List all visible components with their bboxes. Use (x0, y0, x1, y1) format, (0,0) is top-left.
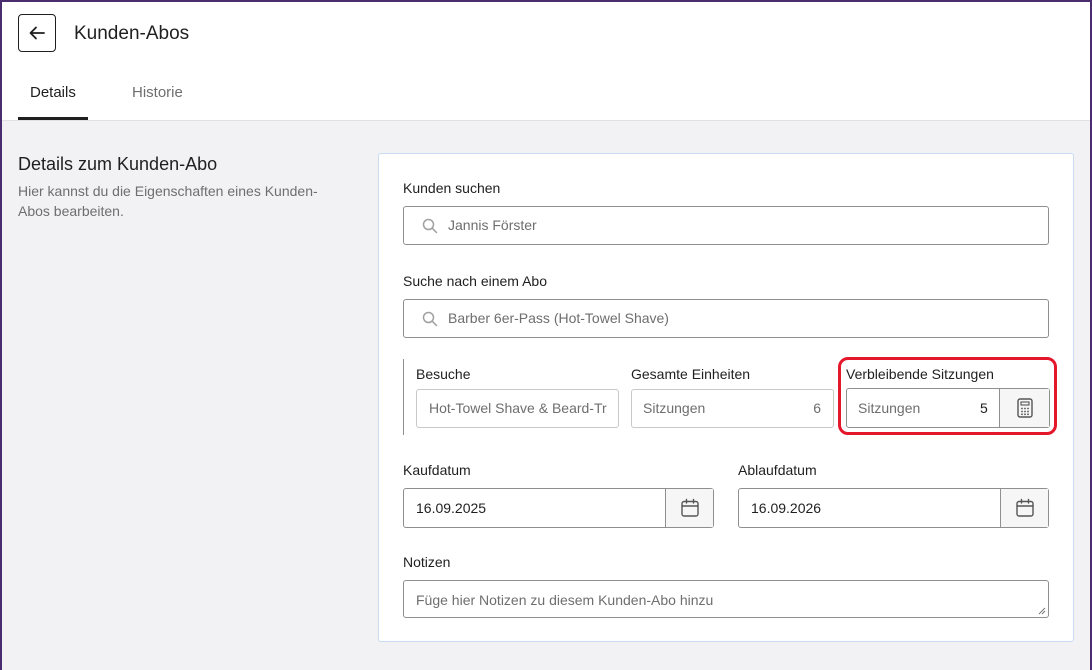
tab-details[interactable]: Details (30, 84, 76, 101)
tab-historie[interactable]: Historie (132, 84, 183, 101)
purchase-date-value: 16.09.2025 (416, 500, 487, 516)
section-title: Details zum Kunden-Abo (18, 154, 218, 174)
search-icon (422, 218, 438, 234)
search-icon (422, 311, 438, 327)
subscription-search-input[interactable]: Barber 6er-Pass (Hot-Towel Shave) (403, 299, 1049, 338)
page-title: Kunden-Abos (74, 23, 190, 44)
customer-search-label: Kunden suchen (403, 180, 501, 196)
total-units-unit: Sitzungen (643, 400, 706, 416)
notes-placeholder: Füge hier Notizen zu diesem Kunden-Abo h… (416, 592, 714, 608)
page-header: Kunden-Abos Details Historie (2, 2, 1090, 121)
visits-label: Besuche (416, 366, 471, 382)
resize-handle-icon[interactable] (1038, 607, 1046, 615)
group-divider (403, 359, 404, 435)
purchase-date-field[interactable]: 16.09.2025 (403, 488, 714, 528)
notes-label: Notizen (403, 554, 451, 570)
section-description: Hier kannst du die Eigenschaften eines K… (18, 183, 318, 219)
highlight-remaining-sessions (838, 357, 1057, 435)
total-units-label: Gesamte Einheiten (631, 366, 751, 382)
calendar-icon (1015, 498, 1034, 517)
subscription-search-label: Suche nach einem Abo (403, 273, 547, 289)
expiry-date-field[interactable]: 16.09.2026 (738, 488, 1049, 528)
customer-search-value: Jannis Förster (448, 217, 537, 233)
notes-textarea[interactable]: Füge hier Notizen zu diesem Kunden-Abo h… (403, 580, 1049, 618)
back-button[interactable] (18, 14, 56, 52)
total-units-value: 6 (813, 400, 821, 416)
total-units-field[interactable]: Sitzungen 6 (631, 389, 834, 428)
expiry-date-value: 16.09.2026 (751, 500, 822, 516)
visits-value: Hot-Towel Shave & Beard-Trim (429, 400, 607, 416)
expiry-date-label: Ablaufdatum (738, 462, 817, 478)
customer-search-input[interactable]: Jannis Förster (403, 206, 1049, 245)
visits-field[interactable]: Hot-Towel Shave & Beard-Trim (416, 389, 619, 428)
purchase-date-picker-button[interactable] (665, 489, 713, 527)
active-tab-indicator (18, 117, 88, 120)
calendar-icon (680, 498, 699, 517)
purchase-date-label: Kaufdatum (403, 462, 471, 478)
arrow-left-icon (29, 26, 45, 40)
expiry-date-picker-button[interactable] (1000, 489, 1048, 527)
subscription-search-value: Barber 6er-Pass (Hot-Towel Shave) (448, 310, 669, 326)
